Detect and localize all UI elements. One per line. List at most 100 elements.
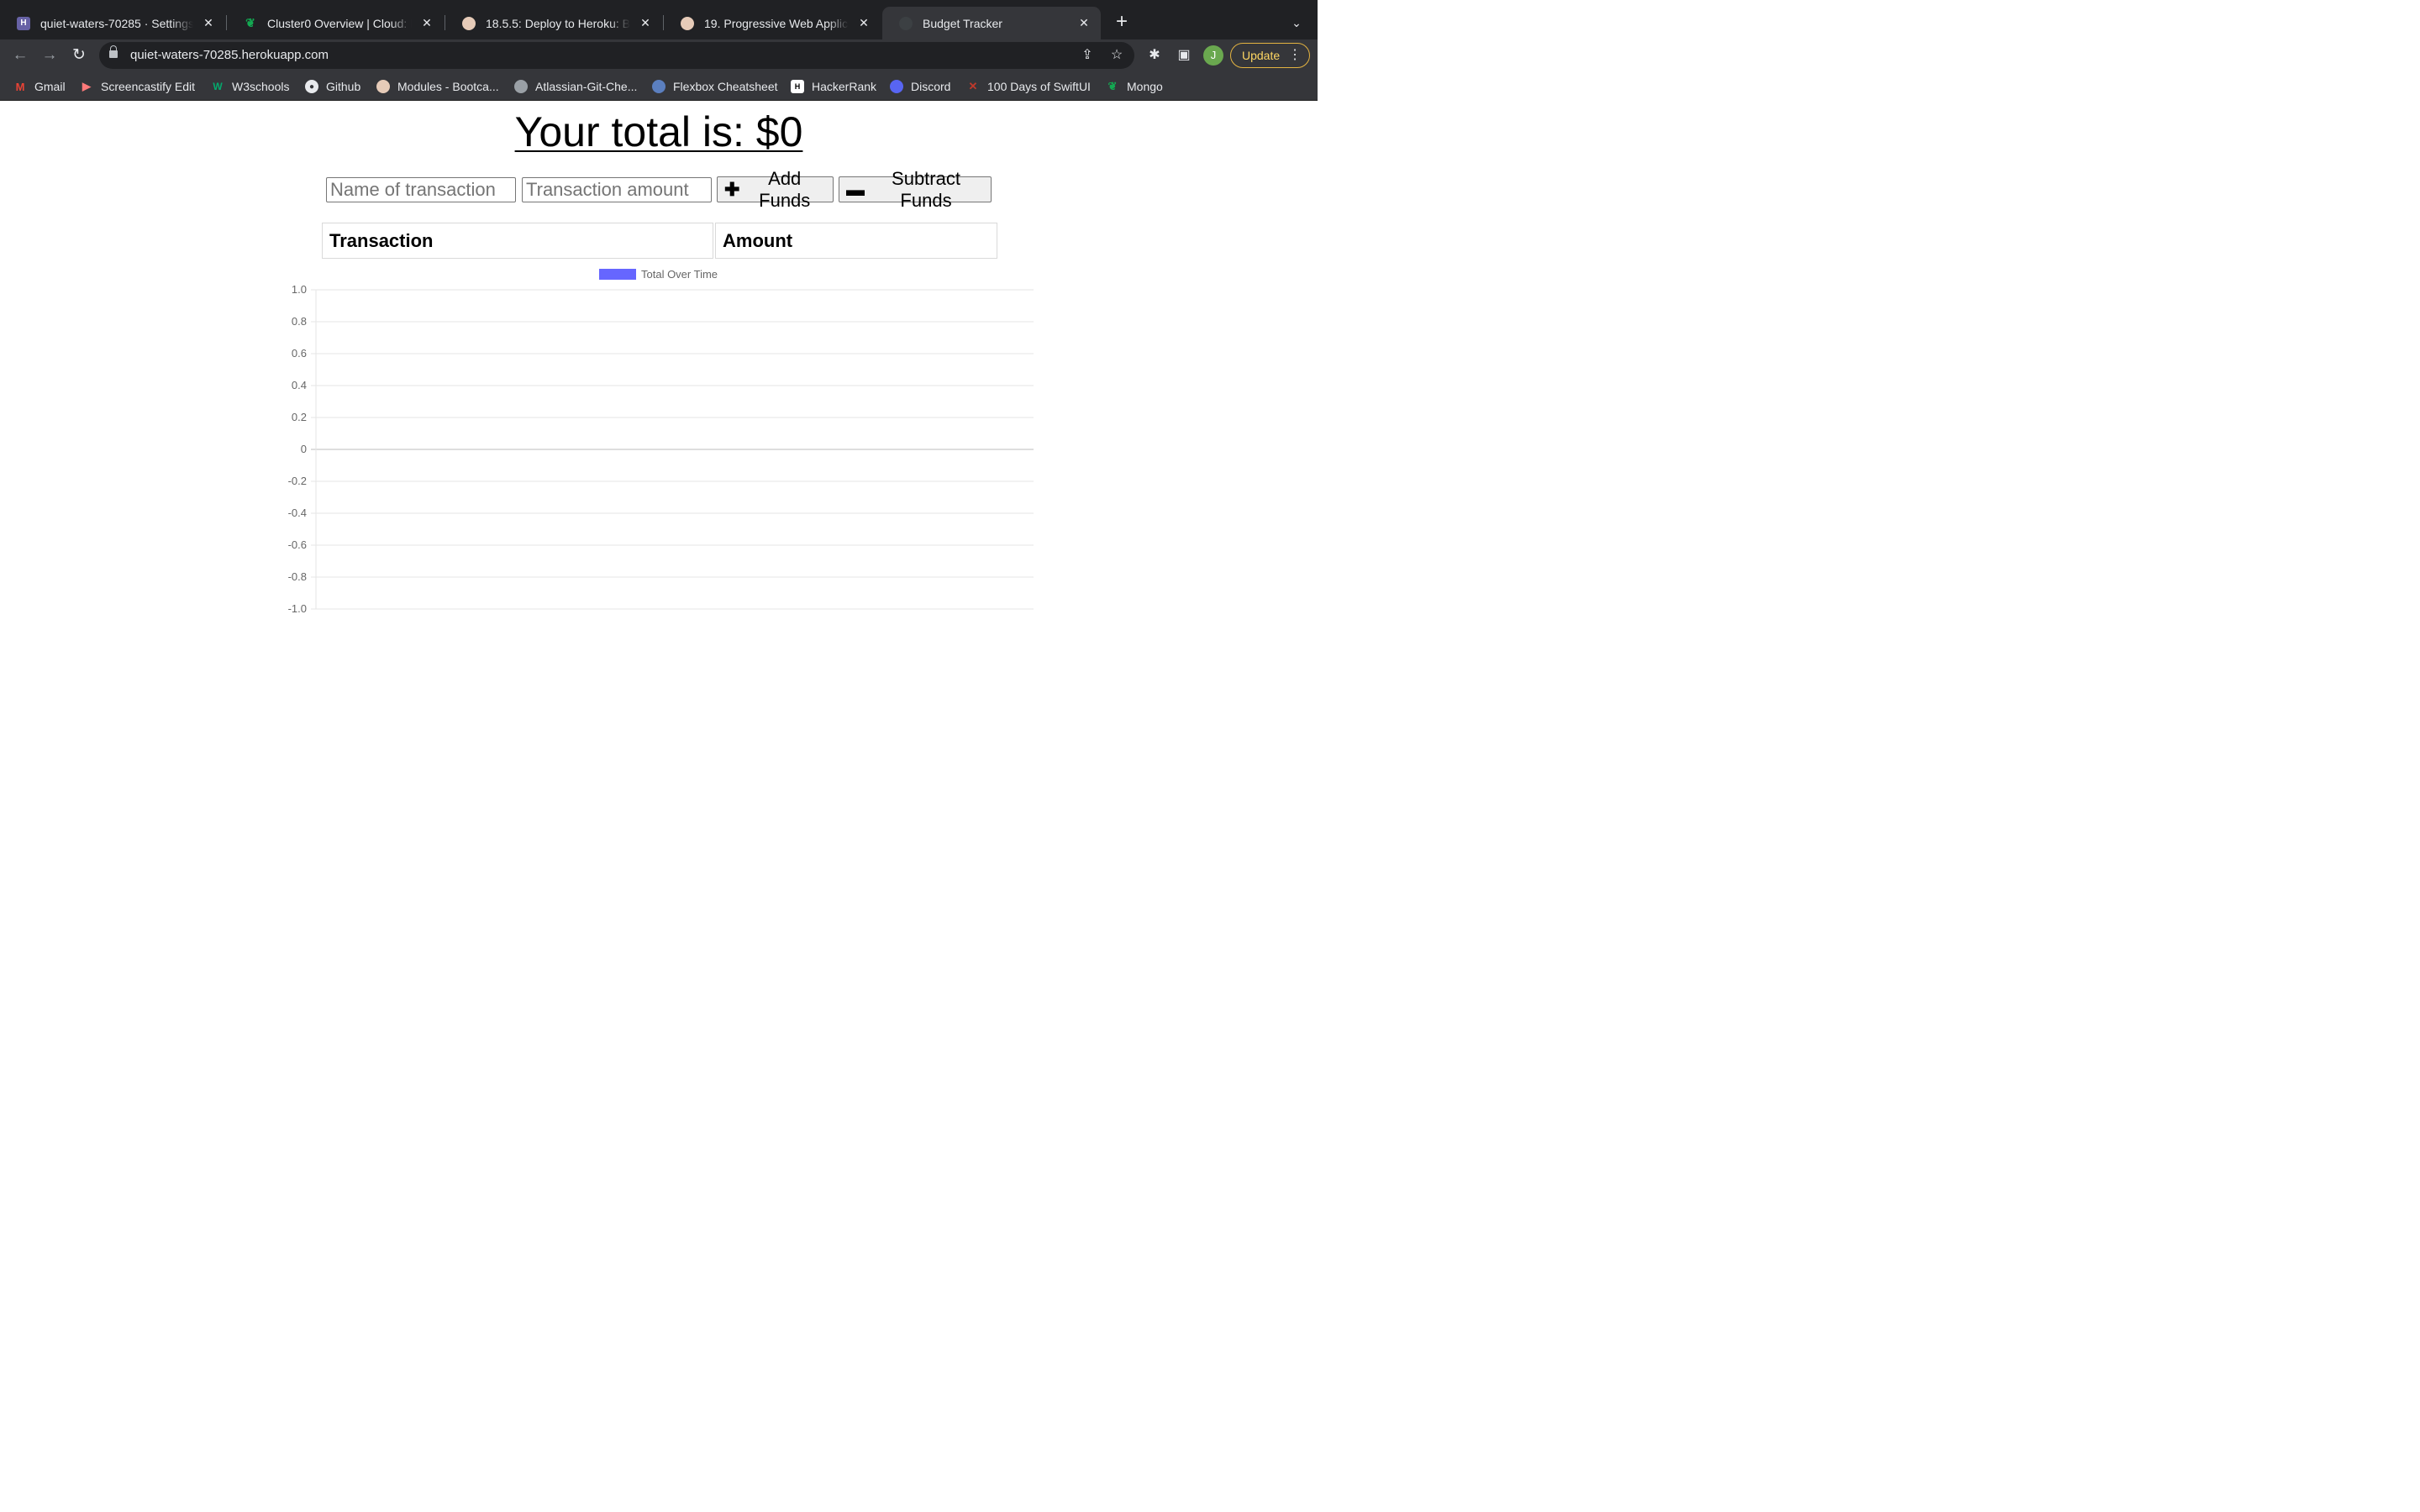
tab-budget-tracker[interactable]: Budget Tracker ✕ bbox=[882, 7, 1101, 39]
bookmark-label: Atlassian-Git-Che... bbox=[535, 80, 638, 93]
add-funds-button[interactable]: ✚ Add Funds bbox=[717, 168, 834, 211]
add-funds-label: Add Funds bbox=[759, 167, 811, 211]
y-tick-label: -0.6 bbox=[288, 538, 307, 551]
bookmark-label: Discord bbox=[911, 80, 951, 93]
bookmark-modules-bootcamp[interactable]: Modules - Bootca... bbox=[376, 79, 499, 94]
discord-icon bbox=[890, 80, 903, 93]
w3schools-icon: W bbox=[213, 81, 223, 92]
close-icon[interactable]: ✕ bbox=[637, 15, 654, 32]
heroku-icon: H bbox=[17, 16, 30, 30]
globe-icon bbox=[514, 80, 528, 93]
bookmarks-bar: M Gmail ▶ Screencastify Edit W W3schools… bbox=[0, 71, 1318, 101]
table-header-row: Transaction Amount bbox=[322, 223, 997, 259]
bookmark-discord[interactable]: Discord bbox=[890, 79, 950, 94]
profile-avatar[interactable]: J bbox=[1203, 45, 1223, 66]
bookmark-label: W3schools bbox=[232, 80, 290, 93]
money-bag-icon bbox=[899, 16, 913, 30]
tab-mongodb-cluster[interactable]: ❦ Cluster0 Overview | Cloud: MongoDB Clo… bbox=[227, 7, 444, 39]
bookmark-label: Modules - Bootca... bbox=[397, 80, 499, 93]
mongodb-leaf-icon: ❦ bbox=[1107, 80, 1118, 92]
url-text[interactable]: quiet-waters-70285.herokuapp.com bbox=[130, 48, 329, 62]
chart-legend[interactable]: Total Over Time bbox=[599, 268, 718, 281]
update-button[interactable]: Update ⋮ bbox=[1230, 43, 1310, 68]
legend-label[interactable]: Total Over Time bbox=[641, 268, 718, 281]
lock-icon[interactable] bbox=[109, 45, 118, 58]
tab-pwa[interactable]: 19. Progressive Web Applications ✕ bbox=[664, 7, 881, 39]
side-panel-icon[interactable]: ▣ bbox=[1175, 46, 1193, 65]
y-tick-label: -0.2 bbox=[288, 475, 307, 487]
plus-icon: ✚ bbox=[724, 178, 740, 200]
column-header-transaction: Transaction bbox=[322, 223, 713, 259]
bookmark-flexbox[interactable]: Flexbox Cheatsheet bbox=[652, 79, 778, 94]
bookmark-label: HackerRank bbox=[812, 80, 877, 93]
bookmark-github[interactable]: ● Github bbox=[305, 79, 360, 94]
y-tick-label: -1.0 bbox=[288, 602, 307, 615]
y-tick-label: 0.4 bbox=[292, 379, 307, 391]
screencastify-icon: ▶ bbox=[82, 80, 91, 92]
y-tick-label: -0.4 bbox=[288, 507, 307, 519]
tab-title: 18.5.5: Deploy to Heroku: Bootcamp bbox=[486, 16, 630, 30]
close-icon[interactable]: ✕ bbox=[855, 15, 872, 32]
y-tick-label: 0.8 bbox=[292, 315, 307, 328]
total-over-time-chart: Total Over Time 1.0 0.8 0.6 0.4 0.2 0 -0.2 -0.4… bbox=[288, 268, 1034, 615]
reload-icon[interactable]: ↻ bbox=[68, 45, 90, 66]
legend-swatch[interactable] bbox=[599, 269, 636, 280]
new-tab-plus-icon[interactable]: + bbox=[1111, 12, 1133, 34]
github-icon: ● bbox=[305, 80, 318, 93]
swift-icon: ✕ bbox=[968, 80, 978, 92]
browser-toolbar: ← → ↻ quiet-waters-70285.herokuapp.com ⇪… bbox=[0, 39, 1318, 71]
address-bar[interactable]: quiet-waters-70285.herokuapp.com ⇪ ☆ bbox=[99, 42, 1134, 69]
tab-strip: H quiet-waters-70285 · Settings ✕ ❦ Clus… bbox=[0, 0, 1318, 39]
hackerrank-icon: H bbox=[791, 80, 804, 93]
y-tick-label: 0 bbox=[301, 443, 307, 455]
close-icon[interactable]: ✕ bbox=[200, 15, 217, 32]
forward-arrow-icon[interactable]: → bbox=[39, 45, 60, 66]
bookmark-w3schools[interactable]: W W3schools bbox=[211, 79, 289, 94]
chart-gridlines bbox=[311, 289, 1034, 610]
gmail-icon: M bbox=[15, 80, 25, 93]
minus-icon: ▬ bbox=[846, 178, 865, 200]
transactions-table: Transaction Amount bbox=[320, 221, 999, 260]
bookmark-screencastify[interactable]: ▶ Screencastify Edit bbox=[80, 79, 195, 94]
bookmark-label: Gmail bbox=[34, 80, 66, 93]
y-axis-ticks: 1.0 0.8 0.6 0.4 0.2 0 -0.2 -0.4 -0.6 -0.8 -1.0 bbox=[288, 283, 307, 615]
y-tick-label: -0.8 bbox=[288, 570, 307, 583]
flexbox-icon bbox=[652, 80, 666, 93]
tab-title: Budget Tracker bbox=[923, 16, 1002, 30]
tab-title: Cluster0 Overview | Cloud: MongoDB Cloud bbox=[267, 16, 412, 30]
bookmark-atlassian-git[interactable]: Atlassian-Git-Che... bbox=[514, 79, 637, 94]
bootcamp-icon bbox=[681, 16, 694, 30]
bookmark-hackerrank[interactable]: H HackerRank bbox=[791, 79, 876, 94]
extensions-puzzle-icon[interactable]: ✱ bbox=[1145, 46, 1164, 65]
tab-deploy-heroku[interactable]: 18.5.5: Deploy to Heroku: Bootcamp ✕ bbox=[445, 7, 662, 39]
total-heading: Your total is: $0 bbox=[0, 108, 1318, 156]
y-tick-label: 0.2 bbox=[292, 411, 307, 423]
transaction-name-input[interactable] bbox=[326, 177, 516, 202]
back-arrow-icon[interactable]: ← bbox=[9, 45, 31, 66]
bookmark-star-icon[interactable]: ☆ bbox=[1107, 46, 1126, 65]
bookmark-mongo[interactable]: ❦ Mongo bbox=[1106, 79, 1163, 94]
bookmark-label: Mongo bbox=[1127, 80, 1163, 93]
kebab-menu-icon[interactable]: ⋮ bbox=[1288, 44, 1302, 67]
bookmark-swiftui[interactable]: ✕ 100 Days of SwiftUI bbox=[966, 79, 1091, 94]
bookmark-label: Flexbox Cheatsheet bbox=[673, 80, 778, 93]
total-text: Your total is: $0 bbox=[514, 108, 803, 155]
bookmark-label: Github bbox=[326, 80, 361, 93]
subtract-funds-label: Subtract Funds bbox=[892, 167, 960, 211]
tab-search-chevron-icon[interactable]: ⌄ bbox=[1287, 13, 1306, 32]
tab-title: quiet-waters-70285 · Settings bbox=[40, 16, 193, 30]
column-header-amount: Amount bbox=[715, 223, 997, 259]
transaction-amount-input[interactable] bbox=[522, 177, 712, 202]
bookmark-label: Screencastify Edit bbox=[101, 80, 196, 93]
y-tick-label: 0.6 bbox=[292, 347, 307, 360]
tab-heroku-settings[interactable]: H quiet-waters-70285 · Settings ✕ bbox=[0, 7, 225, 39]
share-icon[interactable]: ⇪ bbox=[1078, 46, 1097, 65]
tab-title: 19. Progressive Web Applications bbox=[704, 16, 849, 30]
y-tick-label: 1.0 bbox=[292, 283, 307, 296]
close-icon[interactable]: ✕ bbox=[1076, 15, 1092, 32]
close-icon[interactable]: ✕ bbox=[418, 15, 435, 32]
bootcamp-icon bbox=[376, 80, 390, 93]
bookmark-gmail[interactable]: M Gmail bbox=[13, 79, 66, 94]
subtract-funds-button[interactable]: ▬ Subtract Funds bbox=[839, 168, 992, 211]
mongodb-leaf-icon: ❦ bbox=[245, 16, 255, 29]
